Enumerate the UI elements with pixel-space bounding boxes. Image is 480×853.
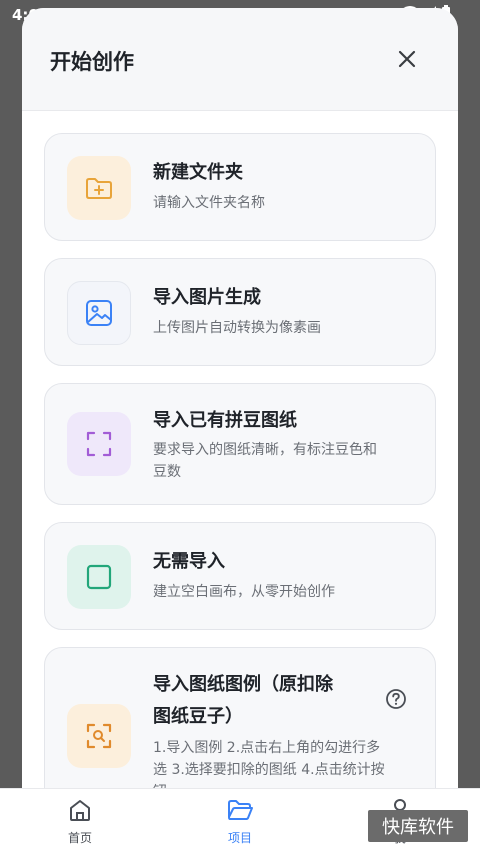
import-image-card[interactable]: 导入图片生成 上传图片自动转换为像素画 [44,258,436,366]
watermark: 快库软件 [368,810,468,842]
card-desc: 建立空白画布，从零开始创作 [153,584,335,600]
card-title: 无需导入 [153,551,225,572]
home-icon [70,800,90,821]
blank-canvas-card[interactable]: 无需导入 建立空白画布，从零开始创作 [44,522,436,630]
card-title: 导入图片生成 [153,287,261,308]
import-pattern-card[interactable]: 导入已有拼豆图纸 要求导入的图纸清晰，有标注豆色和 豆数 [44,383,436,505]
close-icon [398,50,416,68]
import-legend-card[interactable]: 导入图纸图例（原扣除 图纸豆子） 1.导入图例 2.点击右上角的勾进行多 选 3… [44,647,436,808]
new-folder-card[interactable]: 新建文件夹 请输入文件夹名称 [44,133,436,241]
create-sheet: 开始创作 新建文件夹 请输入文件夹名称 导入图片生成 上传图片自动转换为像素画 … [22,8,458,808]
nav-item-projects[interactable]: 项目 [200,797,280,846]
help-icon[interactable] [385,688,407,710]
card-title: 新建文件夹 [153,162,243,183]
close-button[interactable] [394,46,420,72]
card-desc-line1: 1.导入图例 2.点击右上角的勾进行多 [153,740,381,756]
sheet-title: 开始创作 [50,50,134,74]
nav-item-home[interactable]: 首页 [40,797,120,846]
card-desc: 请输入文件夹名称 [153,195,265,211]
card-desc-line2: 豆数 [153,464,181,480]
scan-search-icon [67,704,131,768]
nav-label: 首页 [67,831,92,845]
card-title-line2: 图纸豆子） [153,706,243,727]
scan-icon [67,412,131,476]
nav-label: 项目 [227,831,252,845]
folder-open-icon [228,800,253,820]
sheet-header: 开始创作 [22,8,458,111]
card-title-line1: 导入图纸图例（原扣除 [153,674,333,695]
folder-plus-icon [67,156,131,220]
card-title: 导入已有拼豆图纸 [153,410,297,431]
square-icon [67,545,131,609]
card-desc-line1: 要求导入的图纸清晰，有标注豆色和 [153,442,377,458]
image-icon [67,281,131,345]
card-desc-line2: 选 3.选择要扣除的图纸 4.点击统计按 [153,762,385,778]
card-desc: 上传图片自动转换为像素画 [153,320,321,336]
